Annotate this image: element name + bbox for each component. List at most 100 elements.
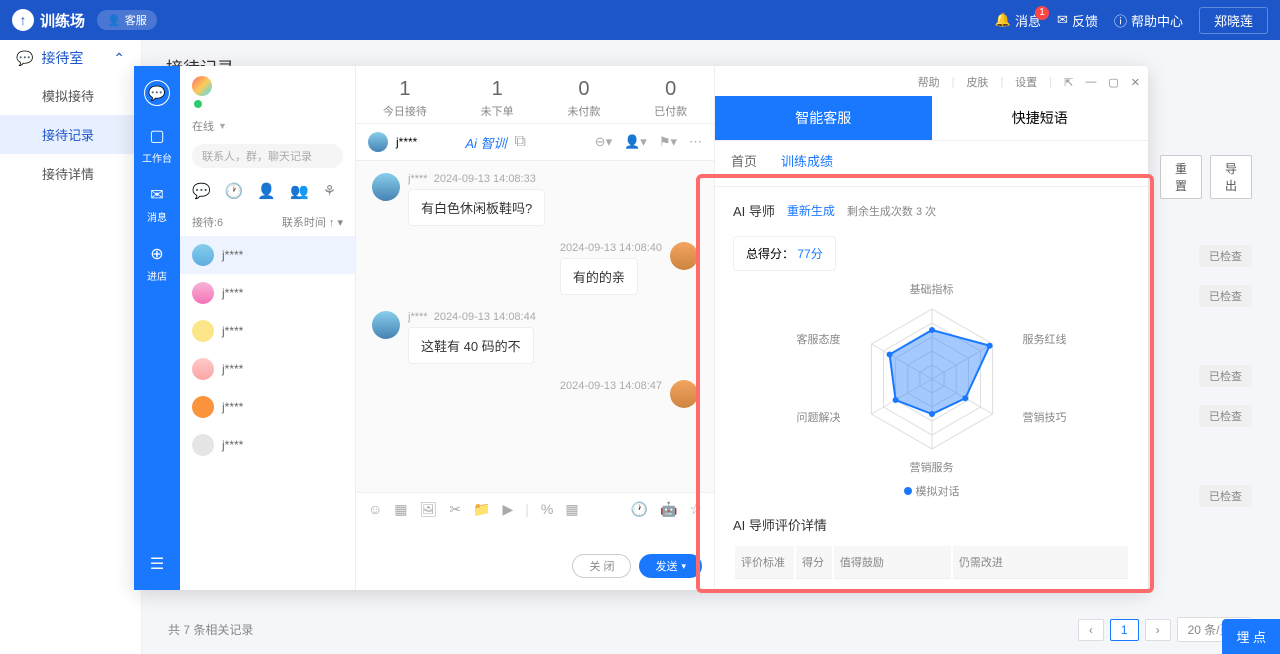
checked-badge: 已检查 (1199, 405, 1252, 427)
chat-user-bar: j**** Ai 智训 ⧉ ⊖▾ 👤▾ ⚑▾ ⋯ (356, 123, 714, 161)
checked-badge: 已检查 (1199, 245, 1252, 267)
new-window-icon[interactable]: ⧉ (515, 133, 526, 151)
tool-icon[interactable]: ⚑▾ (659, 134, 677, 150)
pin-icon[interactable]: ⇱ (1064, 76, 1073, 89)
send-button[interactable]: 发送▾ (639, 554, 702, 578)
status-avatar[interactable] (192, 76, 212, 96)
history-icon[interactable]: 🕐 (631, 501, 648, 518)
avatar (192, 244, 214, 266)
online-text[interactable]: 在线 (192, 118, 214, 134)
header-messages[interactable]: 🔔 消息 1 (995, 11, 1041, 30)
search-input[interactable]: 联系人，群，聊天记录 (192, 144, 343, 168)
tab-chat-icon[interactable]: 💬 (192, 182, 211, 200)
ai-header: AI 导师 重新生成 剩余生成次数 3 次 (733, 201, 1130, 220)
text-input[interactable] (368, 526, 702, 554)
msg-avatar (372, 311, 400, 339)
video-icon[interactable]: ▶ (502, 501, 513, 518)
sidebar-item-records[interactable]: 接待记录 (0, 115, 141, 154)
modal-skin[interactable]: 皮肤 (966, 74, 988, 90)
modal-settings[interactable]: 设置 (1015, 74, 1037, 90)
modal-rail: 💬 ▢ 工作台 ✉ 消息 ⊕ 进店 ☰ (134, 66, 180, 590)
chat-list-panel: 在线 ▼ 联系人，群，聊天记录 💬 🕐 👤 👥 ⚘ 接待:6 联系时间 ↑ ▾ … (180, 66, 356, 590)
next-page[interactable]: › (1145, 619, 1171, 641)
float-button[interactable]: 埋 点 (1222, 619, 1280, 654)
subtab-results[interactable]: 训练成绩 (781, 151, 833, 176)
rail-workspace[interactable]: ▢ 工作台 (142, 126, 172, 165)
close-button[interactable]: 关 闭 (572, 554, 631, 578)
chat-filter: 接待:6 联系时间 ↑ ▾ (180, 208, 355, 236)
doc-icon[interactable]: ▦ (565, 501, 578, 518)
ai-content[interactable]: AI 导师 重新生成 剩余生成次数 3 次 总得分： 77分 (715, 187, 1148, 590)
score-label: 总得分： (746, 247, 794, 261)
regenerate-link[interactable]: 重新生成 (787, 202, 835, 219)
header-help[interactable]: ⓘ 帮助中心 (1114, 11, 1183, 30)
chat-item[interactable]: j**** (180, 274, 355, 312)
tool-icon[interactable]: 👤▾ (624, 134, 647, 150)
tab-person-icon[interactable]: 👤 (257, 182, 276, 200)
minimize-icon[interactable]: — (1085, 76, 1096, 88)
tab-share-icon[interactable]: ⚘ (323, 182, 336, 200)
sidebar-item-simulate[interactable]: 模拟接待 (0, 76, 141, 115)
more-icon[interactable]: ⋯ (689, 134, 702, 150)
image-icon[interactable]: 🖼 (420, 501, 438, 518)
folder-icon[interactable]: 📁 (473, 501, 490, 518)
rail-messages[interactable]: ✉ 消息 (147, 185, 167, 224)
msg-bubble: 有的的亲 (560, 258, 638, 295)
menu-icon[interactable]: ☰ (150, 554, 164, 574)
rail-messages-label: 消息 (147, 209, 167, 224)
sidebar-section[interactable]: 💬 接待室 ⌃ (0, 40, 141, 76)
rail-enter[interactable]: ⊕ 进店 (147, 244, 167, 283)
message-row: j**** 2024-09-13 14:08:33 有白色休闲板鞋吗? (372, 173, 698, 226)
export-button[interactable]: 导出 (1210, 155, 1252, 199)
role-badge[interactable]: 👤 客服 (97, 10, 157, 30)
percent-icon[interactable]: % (541, 501, 553, 518)
tab-smart-service[interactable]: 智能客服 (715, 96, 932, 140)
clip-icon[interactable]: ✂ (449, 501, 461, 518)
username[interactable]: 郑晓莲 (1199, 7, 1268, 34)
eval-table: 评价标准 得分 值得鼓励 仍需改进 基础指标 4 问答比合适，客服对 进行了回答… (733, 544, 1130, 590)
chevron-down-icon[interactable]: ▼ (218, 121, 227, 131)
help-text: 帮助中心 (1131, 11, 1183, 30)
eval-row: 基础指标 4 问答比合适，客服对 进行了回答；首次响 可进一步提高回复的详细程度… (735, 581, 1128, 590)
close-icon[interactable]: ✕ (1131, 76, 1140, 89)
message-row: 2024-09-13 14:08:40 有的的亲 (372, 242, 698, 295)
filter-right[interactable]: 联系时间 ↑ ▾ (282, 214, 343, 230)
robot-icon[interactable]: 🤖 (660, 501, 677, 518)
star-icon[interactable]: ☆ (689, 501, 702, 518)
sidebar-item-details[interactable]: 接待详情 (0, 154, 141, 193)
chat-item[interactable]: j**** (180, 236, 355, 274)
emoji-icon[interactable]: ☺ (368, 501, 382, 518)
tab-clock-icon[interactable]: 🕐 (225, 182, 244, 200)
msg-badge: 1 (1035, 6, 1049, 20)
logo[interactable]: ↑ 训练场 (12, 9, 85, 31)
modal-controls: 帮助 | 皮肤 | 设置 | ⇱ — ▢ ✕ (918, 66, 1140, 98)
msg-avatar (670, 380, 698, 408)
envelope-icon: ✉ (150, 185, 163, 205)
sidebar: 💬 接待室 ⌃ 模拟接待 接待记录 接待详情 (0, 40, 142, 654)
prev-page[interactable]: ‹ (1078, 619, 1104, 641)
modal-help[interactable]: 帮助 (918, 74, 940, 90)
subtab-home[interactable]: 首页 (731, 151, 757, 176)
logo-text: 训练场 (40, 10, 85, 31)
attach-icon[interactable]: ▦ (394, 501, 407, 518)
chat-item[interactable]: j**** (180, 350, 355, 388)
tab-people-icon[interactable]: 👥 (290, 182, 309, 200)
chat-item[interactable]: j**** (180, 312, 355, 350)
tab-quick-phrase[interactable]: 快捷短语 (932, 96, 1149, 140)
reset-button[interactable]: 重置 (1160, 155, 1202, 199)
maximize-icon[interactable]: ▢ (1108, 76, 1118, 89)
header-feedback[interactable]: ✉ 反馈 (1057, 11, 1098, 30)
right-panel: 帮助 | 皮肤 | 设置 | ⇱ — ▢ ✕ 智能客服 快捷短语 首页 训练成绩… (714, 66, 1148, 590)
bg-content: 重置 导出 已检查 已检查 已检查 已检查 已检查 (1172, 155, 1252, 507)
rail-enter-label: 进店 (147, 268, 167, 283)
chat-item[interactable]: j**** (180, 426, 355, 464)
page-number[interactable]: 1 (1110, 619, 1139, 641)
rail-chat[interactable]: 💬 (144, 80, 170, 106)
message-list[interactable]: j**** 2024-09-13 14:08:33 有白色休闲板鞋吗? 2024… (356, 161, 714, 492)
tool-icon[interactable]: ⊖▾ (595, 134, 612, 150)
message-row: 2024-09-13 14:08:47 (372, 380, 698, 408)
reception-icon: 💬 (16, 50, 33, 67)
chat-item[interactable]: j**** (180, 388, 355, 426)
header-left: ↑ 训练场 👤 客服 (12, 9, 157, 31)
avatar (192, 282, 214, 304)
